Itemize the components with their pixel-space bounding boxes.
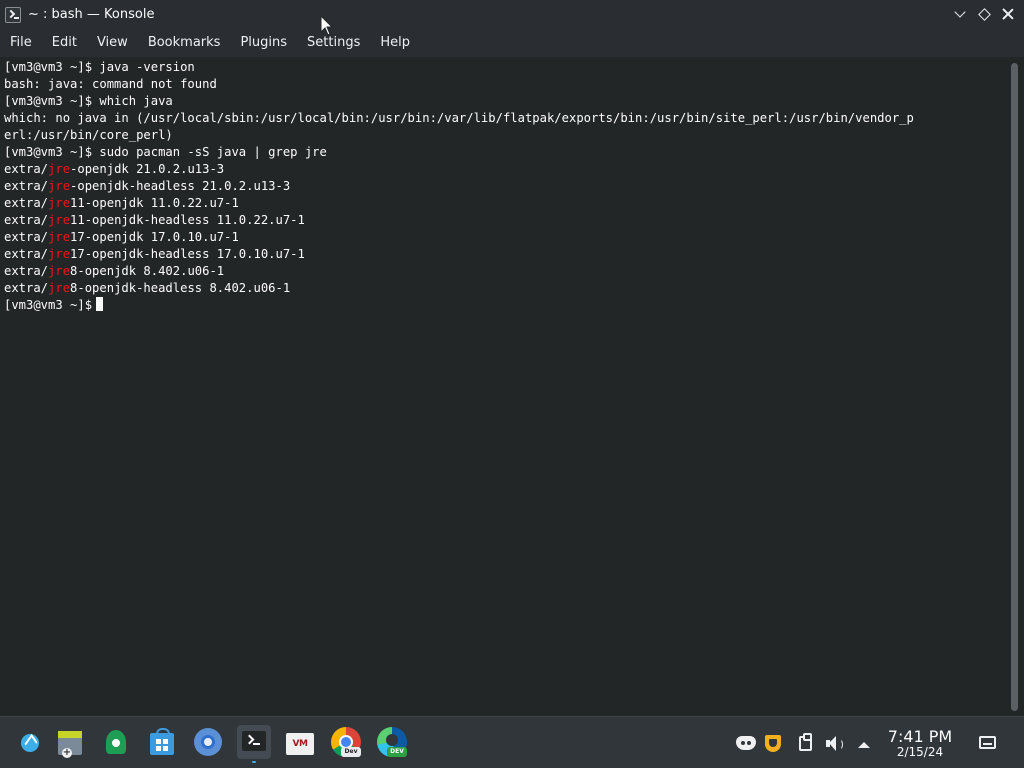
scrollbar-thumb[interactable] (1011, 63, 1018, 711)
application-launcher-button[interactable] (12, 725, 46, 759)
chromium-button[interactable] (191, 725, 225, 759)
window-title: ~ : bash — Konsole (28, 7, 155, 22)
terminal-line: extra/jre11-openjdk-headless 11.0.22.u7-… (4, 213, 305, 227)
terminal-line: [vm3@vm3 ~]$ sudo pacman -sS java | grep… (4, 145, 327, 159)
grep-match: jre (48, 281, 71, 295)
menu-view[interactable]: View (87, 29, 138, 57)
show-desktop-icon[interactable] (979, 736, 996, 749)
terminal-prompt-line[interactable]: [vm3@vm3 ~]$ (4, 297, 1002, 314)
terminal-line: [vm3@vm3 ~]$ which java (4, 94, 173, 108)
menu-plugins[interactable]: Plugins (230, 29, 297, 57)
discover-store-button[interactable] (145, 725, 179, 759)
terminal-line: bash: java: command not found (4, 77, 217, 91)
grep-match: jre (48, 196, 71, 210)
terminal-line: extra/jre8-openjdk 8.402.u06-1 (4, 264, 225, 278)
terminal-line: extra/jre-openjdk-headless 21.0.2.u13-3 (4, 179, 291, 193)
vm-icon: VM (286, 733, 314, 755)
grep-match: jre (48, 162, 71, 176)
terminal-line: extra/jre17-openjdk 17.0.10.u7-1 (4, 230, 239, 244)
close-button[interactable] (998, 4, 1018, 24)
menu-help[interactable]: Help (370, 29, 420, 57)
terminal-line: [vm3@vm3 ~]$ java -version (4, 60, 195, 74)
chevron-down-icon (954, 5, 966, 18)
clock-date[interactable]: 2/15/24 (880, 745, 960, 759)
terminal-line: extra/jre-openjdk 21.0.2.u13-3 (4, 162, 225, 176)
system-settings-button[interactable] (99, 725, 133, 759)
menu-file[interactable]: File (0, 29, 42, 57)
grep-match: jre (48, 179, 71, 193)
grep-match: jre (48, 230, 71, 244)
discord-icon[interactable] (736, 736, 756, 750)
volume-icon[interactable] (826, 736, 846, 752)
terminal-line: extra/jre17-openjdk-headless 17.0.10.u7-… (4, 247, 305, 261)
grep-match: jre (48, 247, 71, 261)
shield-icon[interactable] (765, 735, 781, 752)
grep-match: jre (48, 213, 71, 227)
diamond-icon (977, 7, 991, 21)
vmware-button[interactable]: VM (283, 725, 317, 759)
edge-dev-button[interactable]: DEV (375, 725, 409, 759)
terminal-output[interactable]: [vm3@vm3 ~]$ java -version bash: java: c… (0, 57, 1006, 716)
scrollbar[interactable] (1006, 57, 1024, 716)
active-indicator (252, 761, 256, 763)
chrome-dev-button[interactable]: Dev (329, 725, 363, 759)
prompt: [vm3@vm3 ~]$ (4, 298, 93, 312)
konsole-icon (5, 6, 21, 23)
close-icon (1002, 8, 1014, 20)
terminal-line: which: no java in (/usr/local/sbin:/usr/… (4, 111, 914, 125)
grep-match: jre (48, 264, 71, 278)
expand-tray-icon[interactable] (858, 742, 870, 748)
clipboard-icon[interactable] (799, 733, 812, 751)
title-bar: ~ : bash — Konsole (0, 0, 1024, 29)
taskbar: VM Dev DEV 7:41 PM 2/15/24 (0, 716, 1024, 768)
konsole-taskbar-button[interactable] (237, 725, 271, 763)
mouse-pointer-icon (320, 15, 334, 36)
terminal-line: extra/jre11-openjdk 11.0.22.u7-1 (4, 196, 239, 210)
menu-bar: File Edit View Bookmarks Plugins Setting… (0, 29, 1024, 57)
text-cursor (96, 297, 104, 311)
clock-time[interactable]: 7:41 PM (880, 727, 960, 746)
menu-edit[interactable]: Edit (42, 29, 87, 57)
menu-bookmarks[interactable]: Bookmarks (138, 29, 231, 57)
launcher-icon (21, 734, 39, 752)
window-controls (950, 4, 1018, 24)
ark-archiver-button[interactable] (53, 725, 87, 759)
terminal-line: erl:/usr/bin/core_perl) (4, 128, 173, 142)
terminal-line: extra/jre8-openjdk-headless 8.402.u06-1 (4, 281, 291, 295)
minimize-button[interactable] (950, 4, 970, 24)
maximize-button[interactable] (974, 4, 994, 24)
